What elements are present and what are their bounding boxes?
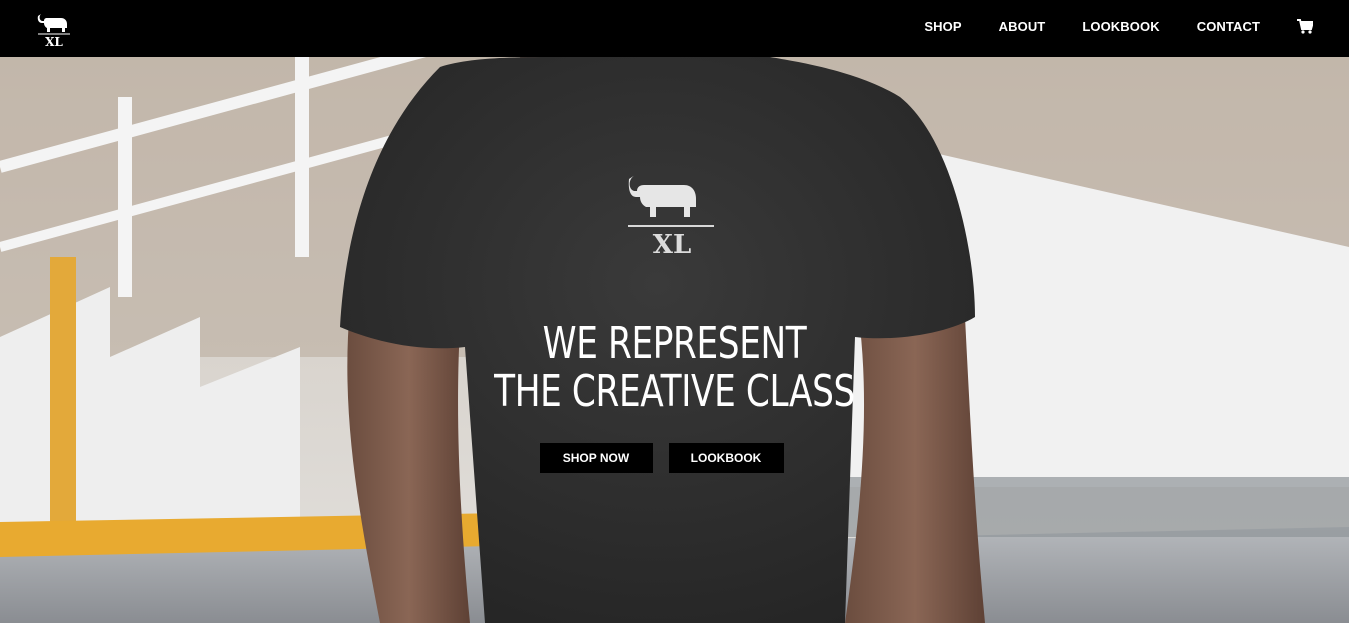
hero-cta-row: SHOP NOW LOOKBOOK [0, 443, 1349, 473]
nav-lookbook[interactable]: LOOKBOOK [1082, 19, 1159, 34]
hero-content: WE REPRESENT THE CREATIVE CLASS SHOP NOW… [0, 320, 1349, 473]
cart-icon[interactable] [1297, 18, 1313, 34]
shirt-logo-text: XL [653, 230, 691, 260]
nav-shop[interactable]: SHOP [924, 19, 961, 34]
headline-line-2: THE CREATIVE CLASS [494, 366, 855, 417]
elephant-icon [37, 14, 67, 32]
headline-line-1: WE REPRESENT [542, 318, 807, 369]
lookbook-button[interactable]: LOOKBOOK [668, 443, 784, 473]
logo-text: XL [45, 35, 63, 48]
brand-logo[interactable]: XL [35, 10, 73, 48]
main-nav: SHOP ABOUT LOOKBOOK CONTACT [924, 0, 1349, 52]
nav-about[interactable]: ABOUT [999, 19, 1046, 34]
hero-headline: WE REPRESENT THE CREATIVE CLASS [148, 320, 1200, 416]
shop-now-button[interactable]: SHOP NOW [539, 443, 653, 473]
hero-section: XL WE REPRESENT THE CREATIVE CLASS SHOP … [0, 57, 1349, 623]
nav-contact[interactable]: CONTACT [1197, 19, 1260, 34]
top-navbar: XL SHOP ABOUT LOOKBOOK CONTACT [0, 0, 1349, 57]
